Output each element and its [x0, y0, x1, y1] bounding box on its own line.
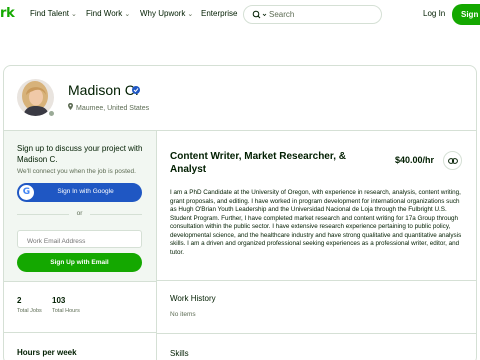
google-signin-label: Sign In with Google [57, 188, 114, 195]
chevron-down-icon: ⌄ [71, 11, 77, 18]
skills-title: Skills [170, 349, 189, 358]
search-input[interactable]: Search [243, 5, 382, 24]
login-link[interactable]: Log In [423, 9, 445, 18]
location-pin-icon [68, 103, 73, 110]
upwork-logo[interactable]: rk [0, 6, 15, 21]
total-jobs-value: 2 [17, 296, 22, 305]
profile-location: Maumee, United States [68, 103, 149, 112]
work-history-title: Work History [170, 294, 216, 303]
total-jobs-label: Total Jobs [17, 308, 42, 314]
status-indicator [48, 110, 55, 117]
nav-why-upwork[interactable]: Why Upwork ⌄ [140, 9, 193, 18]
chevron-down-icon: ⌄ [187, 11, 194, 18]
nav-why-upwork-label: Why Upwork [140, 9, 186, 18]
hourly-rate: $40.00/hr [395, 155, 435, 165]
top-nav: rk Find Talent ⌄ Find Work ⌄ Why Upwork ⌄ E… [0, 0, 480, 30]
profile-bio: I am a PhD Candidate at the University o… [170, 189, 462, 256]
signup-button[interactable]: Sign Up [452, 4, 480, 25]
divider [4, 332, 156, 333]
verified-badge-icon [132, 86, 140, 94]
nav-enterprise-label: Enterprise [201, 9, 238, 18]
profile-name: Madison C. [68, 82, 139, 98]
work-email-field[interactable] [17, 230, 142, 248]
divider [90, 214, 142, 215]
search-icon [252, 10, 267, 19]
or-divider: or [17, 210, 142, 218]
signup-panel-subtitle: We'll connect you when the job is posted… [17, 168, 136, 175]
divider [157, 280, 476, 281]
location-text: Maumee, United States [76, 105, 150, 112]
google-signin-button[interactable]: G Sign In with Google [17, 183, 142, 202]
signup-panel-title: Sign up to discuss your project with Mad… [17, 144, 143, 164]
hours-per-week-title: Hours per week [17, 348, 77, 357]
nav-find-work[interactable]: Find Work ⌄ [86, 9, 130, 18]
chevron-down-icon: ⌄ [124, 11, 131, 18]
nav-enterprise[interactable]: Enterprise [201, 9, 237, 18]
copy-link-button[interactable] [443, 151, 462, 170]
total-hours-label: Total Hours [52, 308, 80, 314]
work-history-empty: No items [170, 311, 196, 318]
profile-headline: Content Writer, Market Researcher, & Ana… [170, 151, 346, 175]
nav-find-talent[interactable]: Find Talent ⌄ [30, 9, 77, 18]
divider [157, 333, 476, 334]
link-icon [448, 158, 458, 164]
nav-find-work-label: Find Work [86, 9, 123, 18]
nav-find-talent-label: Find Talent [30, 9, 69, 18]
email-signup-button[interactable]: Sign Up with Email [17, 253, 142, 272]
divider [4, 281, 156, 282]
divider [156, 131, 157, 360]
total-hours-value: 103 [52, 296, 66, 305]
search-placeholder: Search [269, 10, 295, 19]
